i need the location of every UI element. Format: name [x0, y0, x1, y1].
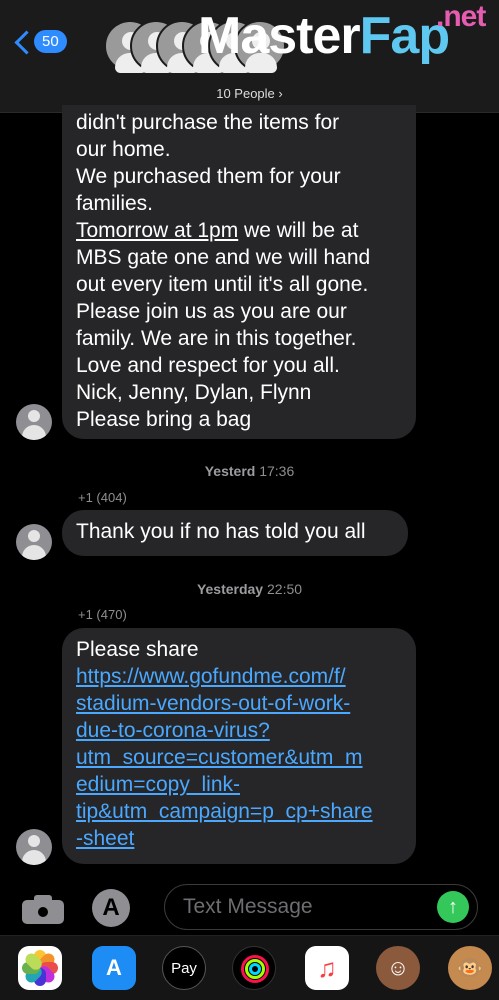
- camera-icon[interactable]: [22, 894, 64, 924]
- compose-bar: A Text Message ↑: [0, 880, 499, 935]
- timestamp: Yesterd 17:36: [204, 463, 295, 479]
- animoji-monkey-icon[interactable]: 🐵: [448, 946, 492, 990]
- music-app-icon[interactable]: ♫: [305, 946, 349, 990]
- message-input[interactable]: Text Message: [164, 884, 478, 930]
- message-bubble[interactable]: Thank you if no has told you all: [62, 510, 408, 556]
- send-button[interactable]: ↑: [437, 891, 469, 923]
- timestamp: Yesterday 22:50: [196, 581, 303, 597]
- message-bubble[interactable]: didn't purchase the items for our home. …: [62, 105, 416, 439]
- apple-pay-icon[interactable]: Pay: [162, 946, 206, 990]
- memoji-icon[interactable]: ☺: [376, 946, 420, 990]
- activity-rings-icon[interactable]: [232, 946, 276, 990]
- chevron-left-icon: [14, 31, 28, 53]
- contact-avatar[interactable]: [16, 404, 52, 440]
- contact-avatar[interactable]: [16, 524, 52, 560]
- sender-name: +1 (404): [78, 490, 127, 505]
- watermark-logo: MasterFap .net: [198, 0, 486, 65]
- unread-count-badge: 50: [34, 30, 67, 53]
- sender-name: +1 (470): [78, 607, 127, 622]
- app-drawer: A Pay ♫ ☺ 🐵: [0, 935, 499, 1000]
- app-store-app-icon[interactable]: A: [92, 946, 136, 990]
- gofundme-link[interactable]: https://www.gofundme.com/f/ stadium-vend…: [76, 663, 402, 852]
- back-button[interactable]: 50: [14, 30, 67, 53]
- message-bubble[interactable]: Please share https://www.gofundme.com/f/…: [62, 628, 416, 864]
- group-people-link[interactable]: 10 People ›: [0, 86, 499, 101]
- photos-app-icon[interactable]: [18, 946, 62, 990]
- app-store-icon[interactable]: A: [92, 889, 130, 927]
- date-time-link[interactable]: Tomorrow at 1pm: [76, 219, 238, 242]
- contact-avatar[interactable]: [16, 829, 52, 865]
- conversation-header: 50 MasterFap .net 10 People ›: [0, 0, 499, 113]
